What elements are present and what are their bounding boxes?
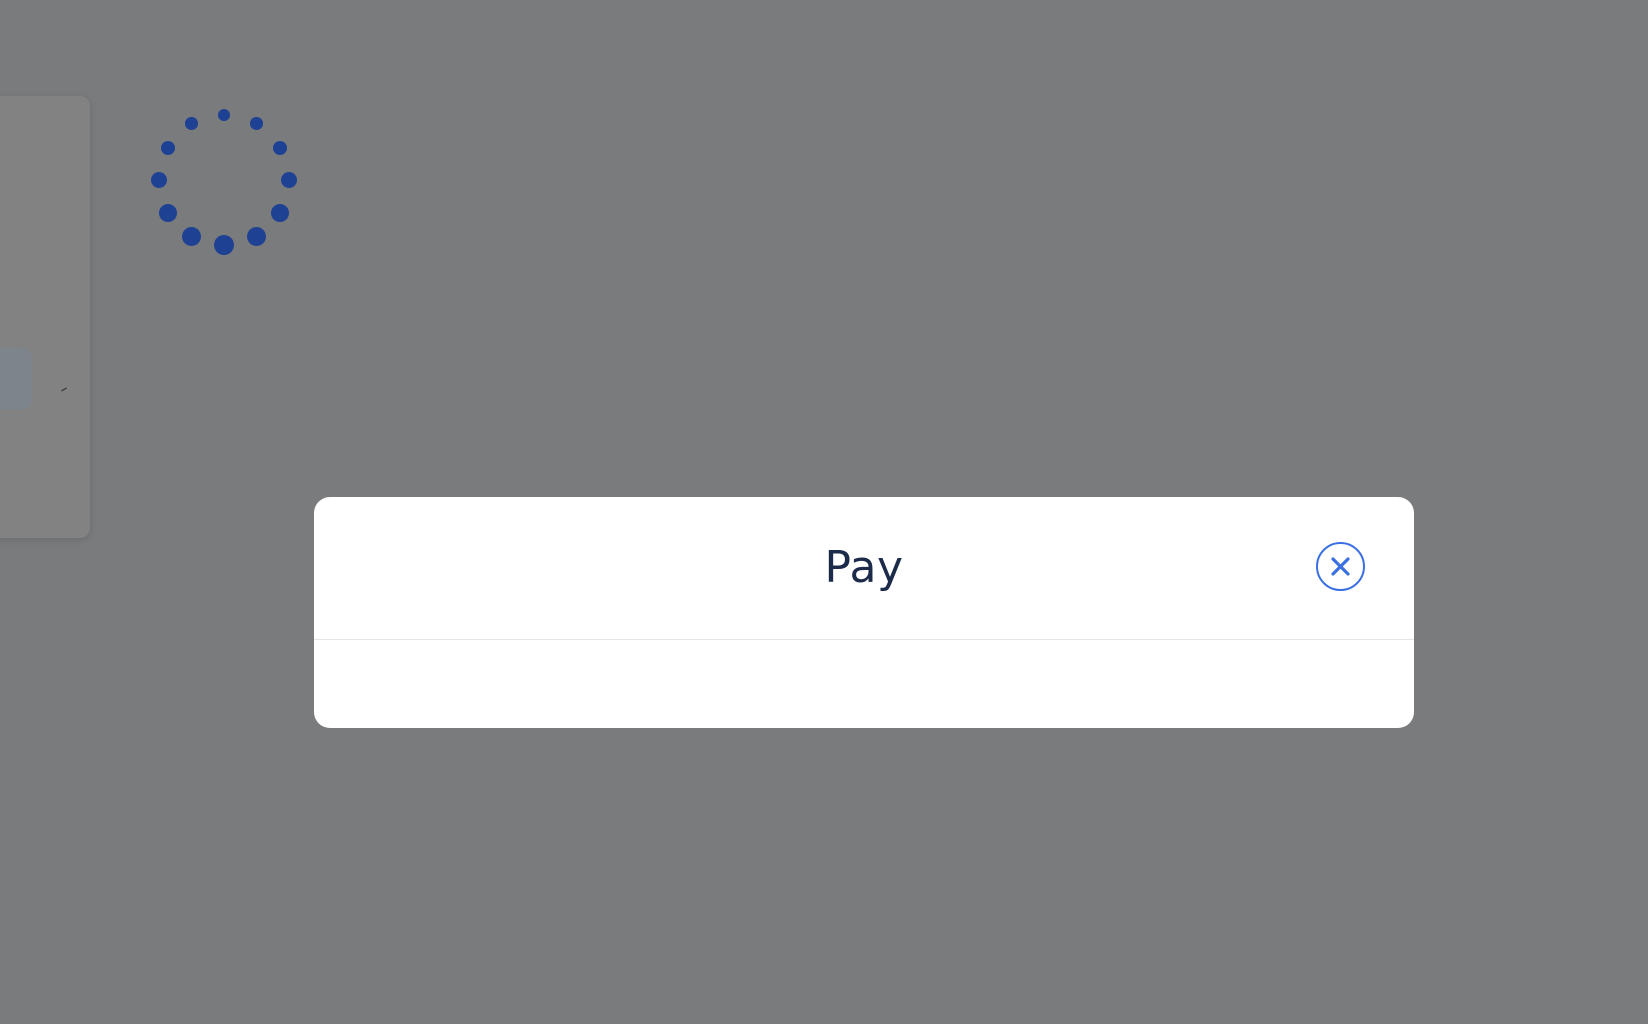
spinner-dot bbox=[151, 172, 167, 188]
close-icon bbox=[1331, 557, 1350, 576]
spinner-dot bbox=[218, 109, 230, 121]
spinner-dot bbox=[160, 140, 175, 155]
spinner-dot bbox=[185, 117, 198, 130]
pay-modal: Pay bbox=[314, 497, 1414, 728]
page: Pay bbox=[0, 0, 1648, 1024]
spinner-dot bbox=[246, 226, 267, 246]
spinner-dot bbox=[273, 140, 288, 155]
background-card-mark bbox=[61, 387, 67, 392]
modal-header: Pay bbox=[314, 497, 1414, 640]
spinner-dot bbox=[158, 203, 177, 222]
spinner-dot bbox=[271, 203, 290, 222]
modal-title: Pay bbox=[824, 542, 904, 593]
spinner-dot bbox=[250, 117, 263, 130]
close-button[interactable] bbox=[1316, 542, 1365, 591]
spinner-dot bbox=[181, 226, 202, 246]
spinner-dot bbox=[281, 172, 297, 188]
spinner-dot bbox=[214, 235, 234, 255]
loading-spinner-icon bbox=[148, 104, 300, 256]
background-card-button bbox=[0, 348, 32, 410]
background-card bbox=[0, 96, 90, 538]
